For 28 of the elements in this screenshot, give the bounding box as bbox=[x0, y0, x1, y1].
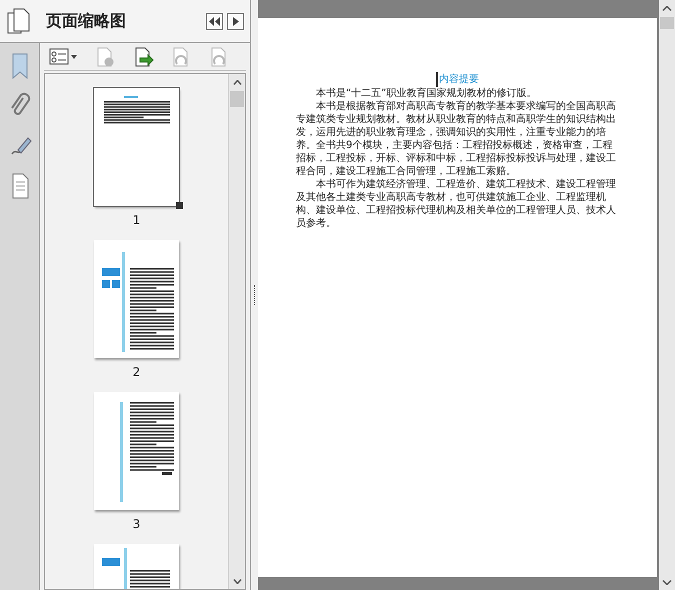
page-number: 3 bbox=[132, 516, 140, 533]
double-left-icon bbox=[209, 16, 220, 26]
right-arrow-icon bbox=[232, 16, 238, 26]
scrollbar[interactable] bbox=[228, 74, 245, 589]
scroll-up-icon bbox=[662, 6, 672, 12]
resize-handle[interactable] bbox=[176, 202, 183, 209]
page-number: 2 bbox=[132, 364, 140, 381]
page-heading: 内容提要 bbox=[436, 72, 479, 87]
panel-title: 页面缩略图 bbox=[46, 10, 126, 32]
page-thumbnail[interactable] bbox=[94, 392, 179, 510]
panel-splitter[interactable] bbox=[250, 0, 258, 590]
collapse-button[interactable] bbox=[206, 12, 223, 30]
page-content-drawing bbox=[104, 96, 170, 124]
page-number: 1 bbox=[132, 212, 140, 229]
scroll-thumb[interactable] bbox=[660, 17, 674, 29]
page-thumbnail[interactable] bbox=[94, 240, 179, 358]
body-paragraph: 本书可作为建筑经济管理、工程造价、建筑工程技术、建设工程管理及其他各土建类专业高职高专教材，也可供建筑施工企业、工程监理机构、建设单位、工程招投标代理机构及相关单位的工程管理人员、技术人员参考。 bbox=[296, 178, 617, 230]
scroll-thumb[interactable] bbox=[230, 91, 244, 107]
list-options-icon bbox=[48, 46, 78, 68]
scroll-up-icon bbox=[232, 80, 242, 86]
scroll-down-icon bbox=[232, 578, 242, 584]
body-paragraph: 本书是根据教育部对高职高专教育的教学基本要求编写的全国高职高专建筑类专业规划教材。教材从职业教育的特点和高职学生的知识结构出发，运用先进的职业教育理念，强调知识的实用性，注重专业能力的培养。全书共9个模块，主要内容包括：工程招投标概述，资格审查，工程招标，工程投标，开标、评标和中标，工程招标投标投诉与处理，建设工程合同，建设工程施工合同管理，工程施工索赔。 bbox=[296, 100, 617, 178]
pages-icon bbox=[6, 7, 32, 35]
scroll-down-icon bbox=[662, 578, 672, 584]
page-content-drawing bbox=[102, 548, 170, 589]
document-scrollbar[interactable] bbox=[659, 0, 675, 590]
body-paragraph: 本书是“十二五”职业教育国家规划教材的修订版。 bbox=[315, 87, 538, 100]
next-button[interactable] bbox=[227, 12, 244, 30]
